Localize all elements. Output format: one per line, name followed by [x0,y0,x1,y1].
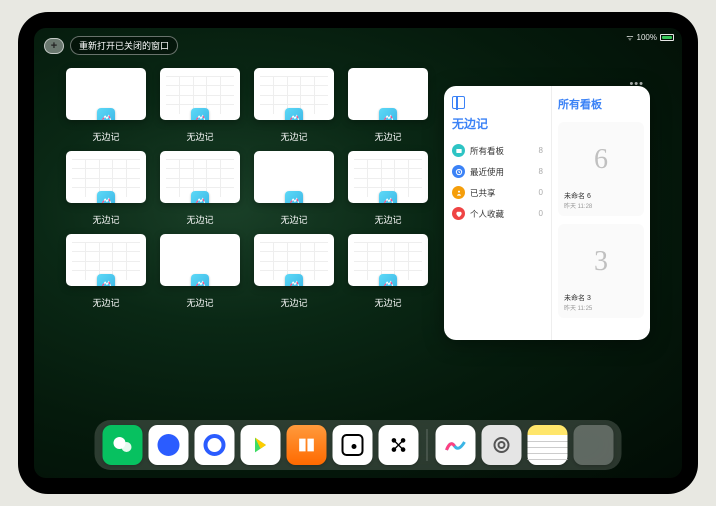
dock-app-quark-blue[interactable] [149,425,189,465]
window-thumbnail[interactable]: 无边记 [348,234,428,309]
top-bar: + 重新打开已关闭的窗口 [44,36,178,55]
ipad-frame: ᯤ 100% + 重新打开已关闭的窗口 无边记 无边记 无边记 无边记 [18,12,698,494]
freeform-app-icon [97,108,115,120]
panel-right-title: 所有看板 [558,96,644,112]
window-thumbnail[interactable]: 无边记 [66,151,146,226]
freeform-app-icon [285,191,303,203]
dock-separator [427,429,428,461]
window-label: 无边记 [348,213,428,226]
panel-content: 所有看板 6 未命名 6 昨天 11:283 未命名 3 昨天 11:25 [552,86,650,340]
dock-app-dice[interactable] [333,425,373,465]
board-card[interactable]: 6 未命名 6 昨天 11:28 [558,122,644,216]
window-thumbnail[interactable]: 无边记 [348,68,428,143]
freeform-app-icon [191,274,209,286]
dock-app-apps[interactable] [574,425,614,465]
sidebar-folder-fav[interactable]: 个人收藏 0 [452,203,543,224]
freeform-app-icon [379,108,397,120]
window-thumbnail[interactable]: 无边记 [160,234,240,309]
dock-app-notes[interactable] [528,425,568,465]
window-label: 无边记 [254,296,334,309]
panel-title: 无边记 [452,115,543,132]
sidebar-folder-shared[interactable]: 已共享 0 [452,182,543,203]
battery-label: 100% [637,33,657,42]
dock-app-freeform[interactable] [436,425,476,465]
folder-label: 所有看板 [470,145,534,157]
sidebar-toggle-icon[interactable] [452,96,465,109]
freeform-app-icon [379,191,397,203]
window-thumbnail[interactable]: 无边记 [254,68,334,143]
window-thumbnail[interactable]: 无边记 [160,151,240,226]
dock-app-quark-circle[interactable] [195,425,235,465]
dock [95,420,622,470]
window-label: 无边记 [66,213,146,226]
window-thumbnail[interactable]: 无边记 [254,234,334,309]
status-bar: ᯤ 100% [626,32,674,43]
folder-label: 已共享 [470,187,534,199]
folder-label: 个人收藏 [470,208,534,220]
freeform-app-icon [191,191,209,203]
board-title: 未命名 3 [564,293,638,303]
wifi-icon: ᯤ [626,32,633,43]
freeform-app-icon [285,108,303,120]
new-window-button[interactable]: + [44,38,64,54]
board-date: 昨天 11:28 [564,201,638,210]
window-label: 无边记 [160,130,240,143]
dock-app-books[interactable] [287,425,327,465]
window-thumbnail[interactable]: 无边记 [66,234,146,309]
shared-icon [452,186,465,199]
window-label: 无边记 [160,213,240,226]
window-label: 无边记 [348,296,428,309]
window-label: 无边记 [66,130,146,143]
freeform-app-icon [97,191,115,203]
freeform-app-icon [285,274,303,286]
folder-count: 8 [539,167,543,176]
fav-icon [452,207,465,220]
board-sketch: 6 [564,128,638,191]
panel-sidebar: 无边记 所有看板 8 最近使用 8 已共享 0 个人收藏 0 [444,86,552,340]
dock-app-wechat[interactable] [103,425,143,465]
folder-count: 0 [539,188,543,197]
window-grid: 无边记 无边记 无边记 无边记 无边记 无边记 无边记 无边记 [66,68,426,309]
dock-app-settings[interactable] [482,425,522,465]
folder-count: 8 [539,146,543,155]
board-card[interactable]: 3 未命名 3 昨天 11:25 [558,224,644,318]
sidebar-folder-all[interactable]: 所有看板 8 [452,140,543,161]
folder-count: 0 [539,209,543,218]
all-icon [452,144,465,157]
screen: ᯤ 100% + 重新打开已关闭的窗口 无边记 无边记 无边记 无边记 [34,28,682,478]
folder-label: 最近使用 [470,166,534,178]
window-thumbnail[interactable]: 无边记 [66,68,146,143]
dock-app-play[interactable] [241,425,281,465]
window-thumbnail[interactable]: 无边记 [160,68,240,143]
board-date: 昨天 11:25 [564,303,638,312]
sidebar-folder-recent[interactable]: 最近使用 8 [452,161,543,182]
window-label: 无边记 [160,296,240,309]
window-label: 无边记 [254,130,334,143]
board-title: 未命名 6 [564,191,638,201]
reopen-closed-window-button[interactable]: 重新打开已关闭的窗口 [70,36,178,55]
dock-app-dots[interactable] [379,425,419,465]
freeform-panel: 无边记 所有看板 8 最近使用 8 已共享 0 个人收藏 0 所有看板 6 未命… [444,86,650,340]
window-label: 无边记 [254,213,334,226]
board-sketch: 3 [564,230,638,293]
freeform-app-icon [191,108,209,120]
freeform-app-icon [97,274,115,286]
window-thumbnail[interactable]: 无边记 [348,151,428,226]
recent-icon [452,165,465,178]
freeform-app-icon [379,274,397,286]
battery-icon [660,34,674,41]
window-label: 无边记 [66,296,146,309]
window-thumbnail[interactable]: 无边记 [254,151,334,226]
window-label: 无边记 [348,130,428,143]
